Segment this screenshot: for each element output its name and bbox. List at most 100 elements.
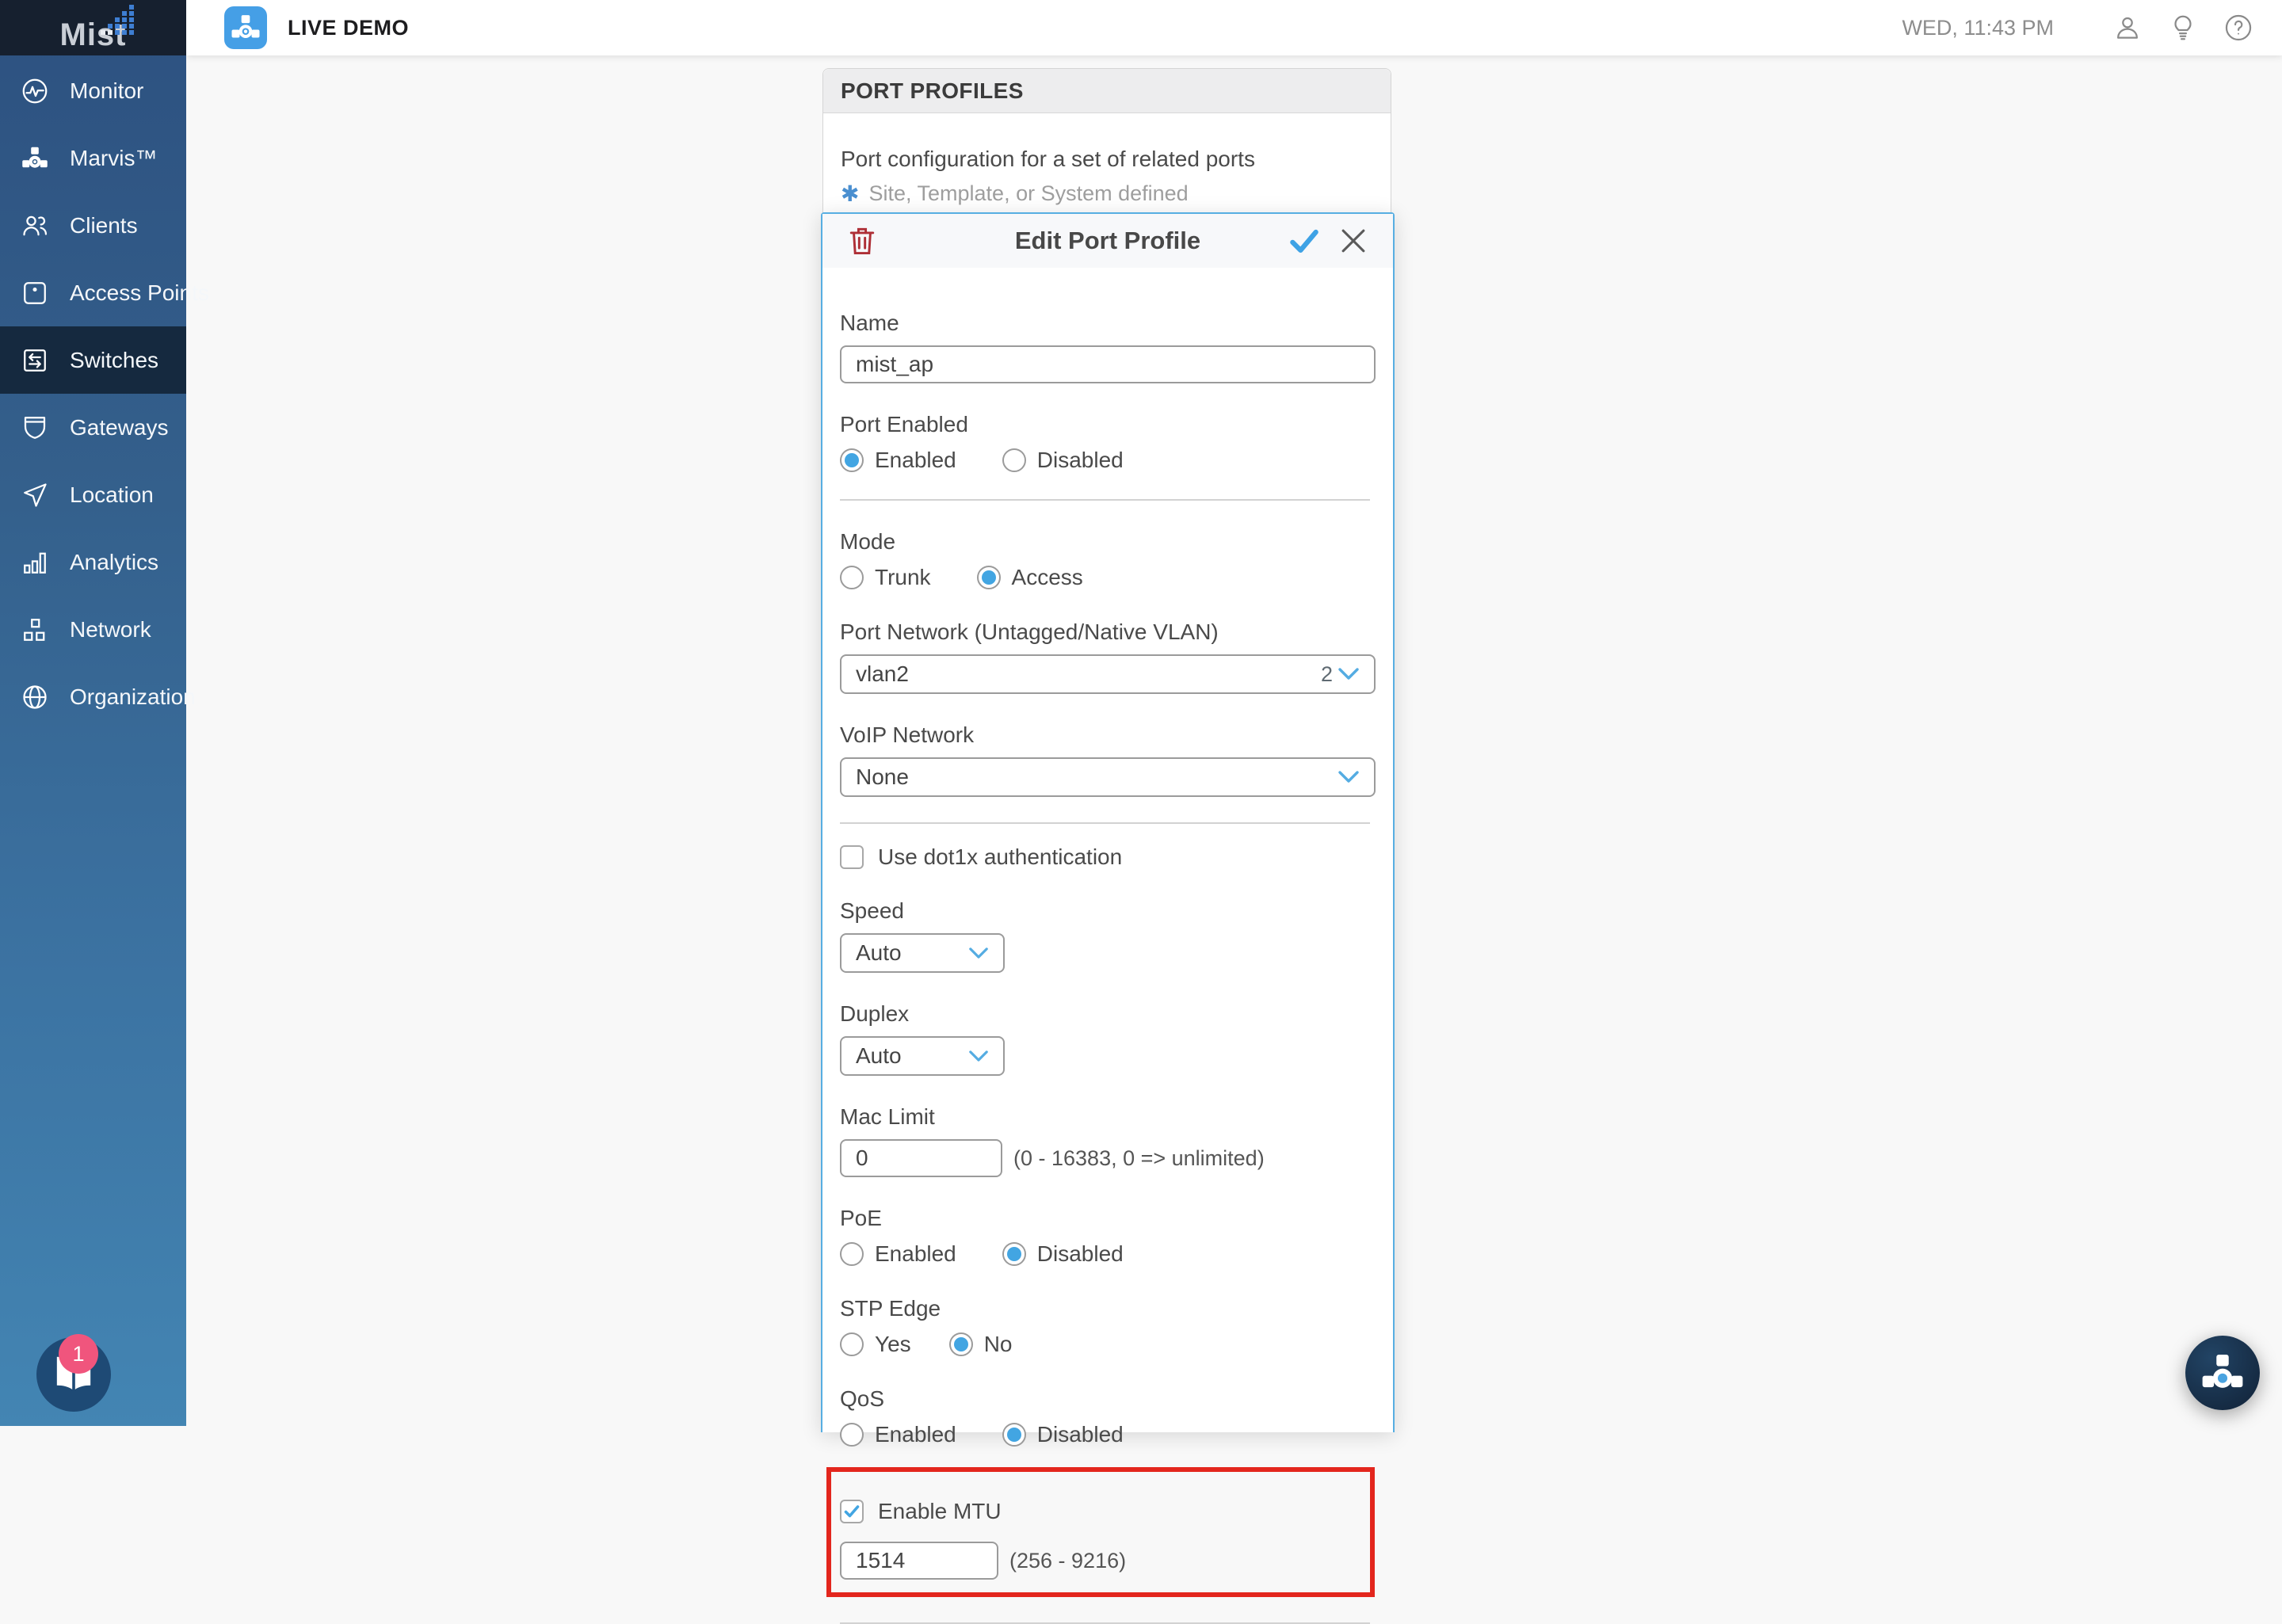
marvis-logo-icon [2200,1350,2246,1396]
chevron-down-icon [968,947,989,960]
sidebar-item-marvis[interactable]: Marvis™ [0,124,186,192]
mode-option-access[interactable]: Access [977,565,1083,590]
whats-new-button[interactable] [2166,11,2200,44]
legend-line: ✱ Site, Template, or System defined [841,181,1373,206]
stp-edge-option-no[interactable]: No [949,1332,1013,1357]
sidebar-item-label: Network [70,617,151,642]
sidebar-item-organization[interactable]: Organization [0,663,186,730]
port-network-label: Port Network (Untagged/Native VLAN) [840,619,1370,645]
speed-label: Speed [840,898,1370,924]
delete-profile-button[interactable] [845,223,880,258]
radio-button[interactable] [840,448,864,472]
monitor-icon [21,77,49,105]
radio-label: Access [1012,565,1083,590]
radio-button[interactable] [1002,1242,1026,1266]
mtu-input[interactable]: 1514 [840,1542,998,1580]
mac-limit-input[interactable]: 0 [840,1139,1002,1177]
sidebar-item-label: Switches [70,348,158,373]
sidebar-item-monitor[interactable]: Monitor [0,57,186,124]
radio-button[interactable] [840,1423,864,1447]
topbar-right: WED, 11:43 PM [1902,11,2255,44]
qos-label: QoS [840,1386,1370,1412]
sidebar-item-network[interactable]: Network [0,596,186,663]
panel-title: PORT PROFILES [841,78,1024,104]
radio-button[interactable] [840,566,864,589]
org-name: LIVE DEMO [288,16,409,40]
port-enabled-option-disabled[interactable]: Disabled [1002,448,1124,473]
voip-network-label: VoIP Network [840,722,1370,748]
stp-edge-label: STP Edge [840,1296,1370,1321]
radio-button[interactable] [840,1332,864,1356]
radio-button[interactable] [1002,448,1026,472]
sidebar-nav: Monitor Marvis™ Clients [0,55,186,730]
dot1x-checkbox-row[interactable]: Use dot1x authentication [840,844,1370,870]
dot1x-label: Use dot1x authentication [878,844,1122,870]
duplex-value: Auto [856,1043,902,1069]
port-network-select[interactable]: vlan2 2 [840,654,1376,694]
radio-label: No [984,1332,1013,1357]
help-button[interactable] [2222,11,2255,44]
radio-button[interactable] [949,1332,973,1356]
radio-label: Enabled [875,448,956,473]
speed-select[interactable]: Auto [840,933,1005,973]
sidebar-item-label: Location [70,482,154,508]
name-input[interactable]: mist_ap [840,345,1376,383]
checkmark-icon [1287,223,1322,258]
port-enabled-radio-group: Enabled Disabled [840,447,1370,474]
stp-edge-option-yes[interactable]: Yes [840,1332,911,1357]
clients-icon [21,212,49,240]
sidebar-item-label: Access Points [70,280,209,306]
gateways-icon [21,414,49,442]
user-icon [2112,13,2143,43]
dot1x-checkbox[interactable] [840,845,864,869]
save-button[interactable] [1287,223,1322,258]
mode-option-trunk[interactable]: Trunk [840,565,931,590]
voip-network-select[interactable]: None [840,757,1376,797]
duplex-select[interactable]: Auto [840,1036,1005,1076]
dialog-body: Name mist_ap Port Enabled Enabled Disabl… [822,268,1393,1624]
poe-option-enabled[interactable]: Enabled [840,1241,956,1267]
port-enabled-option-enabled[interactable]: Enabled [840,448,956,473]
voip-network-value: None [856,764,909,790]
port-network-value: vlan2 [856,661,909,687]
divider [840,499,1370,501]
network-icon [21,616,49,644]
edit-port-profile-dialog: Edit Port Profile Name mist_ap Port Enab… [821,212,1395,1432]
access-points-icon [21,279,49,307]
mode-radio-group: Trunk Access [840,564,1370,591]
question-mark-icon [2223,13,2253,43]
switches-icon [21,346,49,375]
radio-button[interactable] [840,1242,864,1266]
dialog-header: Edit Port Profile [822,214,1393,268]
vlan-id: 2 [1321,662,1333,687]
sidebar-item-clients[interactable]: Clients [0,192,186,259]
close-button[interactable] [1336,223,1371,258]
sidebar-item-analytics[interactable]: Analytics [0,528,186,596]
sidebar-item-switches[interactable]: Switches [0,326,186,394]
sidebar: Mist Monitor Marvis™ [0,0,186,1426]
radio-button[interactable] [1002,1423,1026,1447]
mode-label: Mode [840,529,1370,555]
sidebar-item-location[interactable]: Location [0,461,186,528]
sidebar-item-label: Organization [70,684,196,710]
radio-label: Trunk [875,565,931,590]
mtu-checkbox-row[interactable]: Enable MTU [840,1499,1370,1524]
notification-badge[interactable]: 1 [59,1334,98,1374]
sidebar-item-gateways[interactable]: Gateways [0,394,186,461]
mist-logo[interactable]: Mist [0,0,186,55]
port-enabled-label: Port Enabled [840,412,1370,437]
mtu-highlight-box: Enable MTU 1514 (256 - 9216) [826,1467,1375,1597]
org-logo-chip[interactable] [224,6,267,49]
trash-icon [845,223,880,258]
mist-logo-dots-icon [101,5,137,36]
poe-option-disabled[interactable]: Disabled [1002,1241,1124,1267]
sidebar-item-access-points[interactable]: Access Points [0,259,186,326]
radio-button[interactable] [977,566,1001,589]
mtu-checkbox[interactable] [840,1500,864,1523]
check-icon [842,1502,861,1521]
topbar: LIVE DEMO WED, 11:43 PM [186,0,2282,55]
account-button[interactable] [2111,11,2144,44]
qos-radio-group: Enabled Disabled [840,1421,1370,1448]
marvis-fab[interactable] [2185,1336,2260,1410]
chevron-down-icon [1338,667,1360,681]
